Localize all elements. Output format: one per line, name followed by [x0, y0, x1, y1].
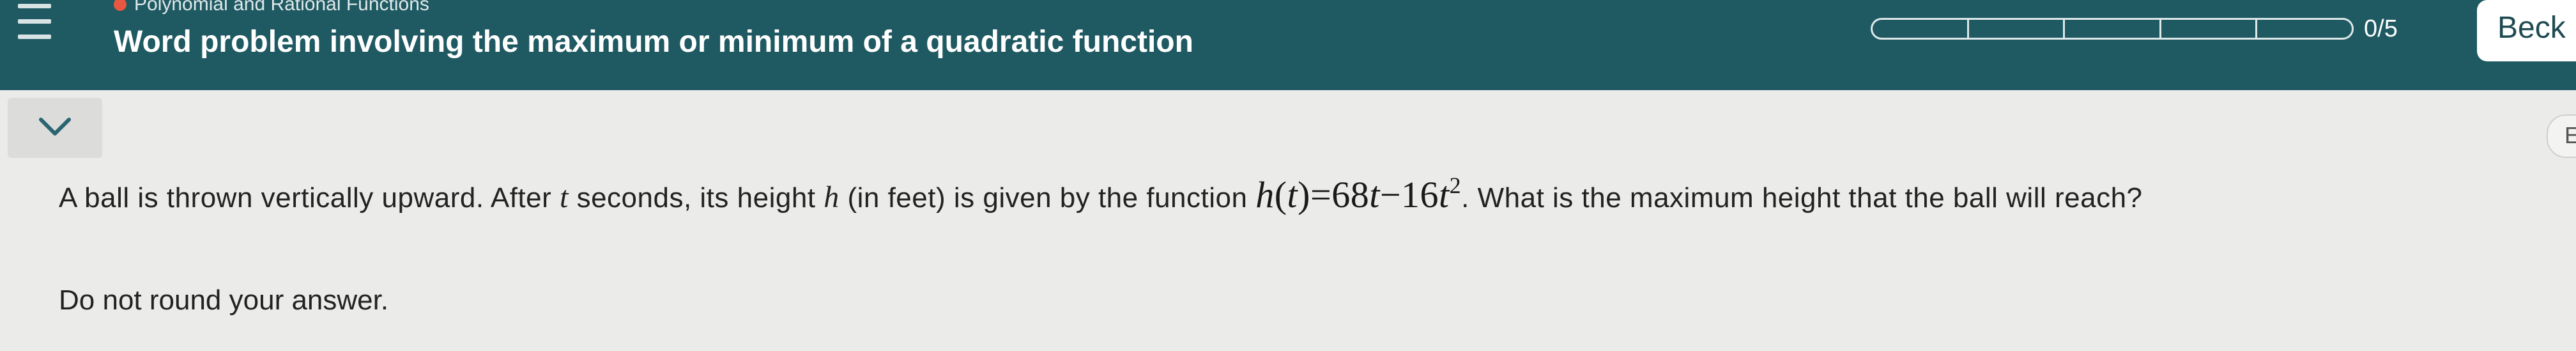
formula-arg: t [1287, 174, 1298, 215]
formula-equals: = [1310, 174, 1332, 215]
variable-h: h [824, 180, 839, 214]
progress-segment [2063, 18, 2159, 40]
formula-rparen: ) [1298, 174, 1310, 215]
progress-bar [1871, 18, 2354, 40]
menu-button[interactable] [4, 0, 65, 70]
question-part-3: (in feet) is given by the function [839, 182, 1256, 214]
topic-status-dot [114, 0, 126, 11]
side-panel-tab[interactable]: E [2547, 114, 2576, 158]
progress-segment [2255, 18, 2354, 40]
problem-title: Word problem involving the maximum or mi… [114, 25, 1193, 59]
instruction-text: Do not round your answer. [59, 285, 389, 316]
formula-var-2: t [1439, 174, 1450, 215]
question-text: A ball is thrown vertically upward. Afte… [59, 171, 2538, 222]
page: Polynomial and Rational Functions Word p… [0, 0, 2576, 351]
back-button[interactable]: Beck [2477, 0, 2576, 61]
progress-count: 0/5 [2364, 15, 2398, 42]
topic-label: Polynomial and Rational Functions [134, 0, 429, 15]
progress-segment [1871, 18, 1967, 40]
formula-lparen: ( [1274, 174, 1287, 215]
formula-minus: − [1379, 174, 1402, 215]
side-tab-letter: E [2564, 122, 2576, 148]
question-part-1: A ball is thrown vertically upward. Afte… [59, 182, 560, 214]
back-button-label: Beck [2497, 11, 2566, 45]
question-part-4: . What is the maximum height that the ba… [1461, 182, 2143, 214]
variable-t: t [560, 180, 569, 214]
collapse-button[interactable] [8, 98, 102, 158]
formula-var-1: t [1369, 174, 1380, 215]
progress-segment [1966, 18, 2064, 40]
formula-exponent: 2 [1449, 173, 1462, 198]
height-formula: h(t)=68t−16t2 [1255, 174, 1461, 215]
formula-coef-2: 16 [1401, 174, 1439, 215]
formula-fn: h [1255, 174, 1275, 215]
topic-row: Polynomial and Rational Functions [114, 0, 429, 15]
question-panel: E A ball is thrown vertically upward. Af… [0, 90, 2576, 351]
formula-coef-1: 68 [1331, 174, 1370, 215]
header-bar: Polynomial and Rational Functions Word p… [0, 0, 2576, 90]
progress-segment [2159, 18, 2256, 40]
chevron-down-icon [39, 118, 71, 136]
question-part-2: seconds, its height [568, 182, 824, 214]
